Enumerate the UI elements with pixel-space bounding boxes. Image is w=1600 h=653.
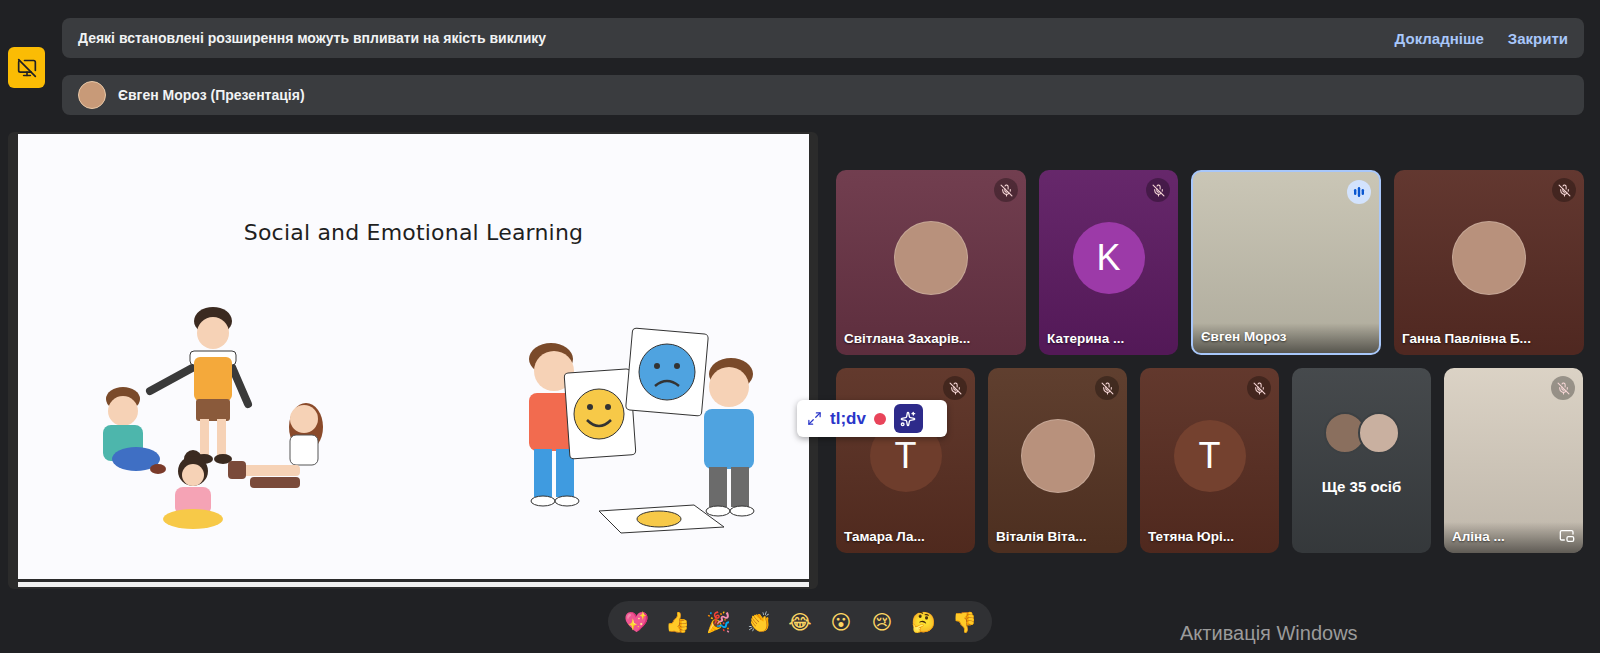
participant-tile: Ганна Павлівна Б...	[1394, 170, 1584, 355]
presenter-bar[interactable]: Євген Мороз (Презентація)	[62, 75, 1584, 115]
speaking-icon	[1352, 185, 1366, 199]
avatar-photo	[894, 221, 968, 295]
reaction-button[interactable]: 🎉	[700, 604, 736, 640]
slide-strip	[18, 582, 809, 587]
participant-name: Тетяна Юрі...	[1148, 529, 1234, 544]
mute-badge	[1551, 376, 1575, 400]
participant-tile: Євген Мороз	[1191, 170, 1381, 355]
participant-name: Катерина ...	[1047, 331, 1124, 346]
speaking-badge	[1347, 180, 1371, 204]
participants-grid: Світлана Захарів... K Катерина ... Євген Мо…	[836, 132, 1584, 589]
windows-watermark: Активація Windows	[1180, 622, 1358, 645]
children-group-illustration	[78, 299, 348, 539]
top-area: Деякі встановлені розширення можуть впли…	[0, 0, 1600, 115]
presentation-panel: Social and Emotional Learning	[8, 132, 818, 589]
participant-tile: Світлана Захарів...	[836, 170, 1026, 355]
name-bar: Тамара Ла...	[836, 523, 975, 553]
reaction-button[interactable]: 👎	[946, 604, 982, 640]
name-bar: Віталія Віта...	[988, 523, 1127, 553]
mic-off-icon	[1253, 382, 1266, 395]
reaction-button[interactable]: 💖	[618, 604, 654, 640]
notification-text: Деякі встановлені розширення можуть впли…	[78, 30, 546, 46]
name-bar: Євген Мороз	[1193, 323, 1379, 353]
mic-off-icon	[1558, 184, 1571, 197]
participant-name: Аліна ...	[1452, 529, 1505, 544]
recording-dot	[874, 413, 886, 425]
mute-badge	[994, 178, 1018, 202]
tile-row: TТамара Ла... Віталія Віта... T Тетяна Юрі.…	[836, 368, 1584, 553]
notification-action[interactable]: Закрити	[1508, 30, 1568, 47]
participant-name: Світлана Захарів...	[844, 331, 970, 346]
more-avatars	[1292, 412, 1431, 454]
reaction-button[interactable]: 🤔	[905, 604, 941, 640]
mic-off-icon	[949, 382, 962, 395]
recorder-widget[interactable]: tl;dv	[797, 400, 947, 437]
recorder-label: tl;dv	[830, 409, 866, 429]
emotion-cards-illustration	[499, 319, 779, 539]
participant-tile: Аліна ...	[1444, 368, 1583, 553]
ai-button[interactable]	[894, 404, 923, 433]
avatar-photo	[1021, 419, 1095, 493]
meet-call-window: Деякі встановлені розширення можуть впли…	[0, 0, 1600, 653]
picture-in-picture-icon[interactable]	[1559, 528, 1575, 544]
participant-name: Віталія Віта...	[996, 529, 1086, 544]
reactions-bar: 💖👍🎉👏😂😮😢🤔👎	[608, 601, 992, 642]
avatar-letter: T	[1174, 420, 1246, 492]
mini-avatar	[1358, 412, 1400, 454]
presenter-avatar	[78, 81, 106, 109]
expand-icon[interactable]	[807, 411, 822, 426]
reaction-button[interactable]: 😂	[782, 604, 818, 640]
reaction-button[interactable]: 👍	[659, 604, 695, 640]
reaction-button[interactable]: 👏	[741, 604, 777, 640]
slide-illustrations	[18, 245, 809, 579]
participant-name: Тамара Ла...	[844, 529, 925, 544]
mute-badge	[943, 376, 967, 400]
presenter-text: Євген Мороз (Презентація)	[118, 87, 305, 103]
avatar-photo	[1452, 221, 1526, 295]
mute-badge	[1095, 376, 1119, 400]
sparkles-icon	[900, 411, 916, 427]
name-bar: Ганна Павлівна Б...	[1394, 325, 1584, 355]
reaction-button[interactable]: 😮	[823, 604, 859, 640]
slide: Social and Emotional Learning	[18, 134, 809, 579]
mute-badge	[1247, 376, 1271, 400]
notification-bar: Деякі встановлені розширення можуть впли…	[62, 18, 1584, 58]
more-participants-label[interactable]: Ще 35 осіб	[1292, 478, 1431, 495]
participant-name: Ганна Павлівна Б...	[1402, 331, 1531, 346]
tile-row: Світлана Захарів... K Катерина ... Євген Мо…	[836, 170, 1584, 355]
icon-column	[0, 18, 62, 115]
name-bar: Тетяна Юрі...	[1140, 523, 1279, 553]
notification-action[interactable]: Докладніше	[1395, 30, 1484, 47]
mute-badge	[1552, 178, 1576, 202]
name-bar: Аліна ...	[1444, 522, 1583, 553]
name-bar: Світлана Захарів...	[836, 325, 1026, 355]
mic-off-icon	[1101, 382, 1114, 395]
effects-button[interactable]	[8, 47, 45, 88]
mic-off-icon	[1000, 184, 1013, 197]
avatar-letter: K	[1073, 222, 1145, 294]
slide-title: Social and Emotional Learning	[244, 220, 583, 245]
participant-tile: T Тетяна Юрі...	[1140, 368, 1279, 553]
participant-tile: TТамара Ла...	[836, 368, 975, 553]
mic-off-icon	[1557, 382, 1570, 395]
mic-off-icon	[1152, 184, 1165, 197]
name-bar: Катерина ...	[1039, 325, 1178, 355]
participant-name: Євген Мороз	[1201, 329, 1286, 344]
monitor-off-icon	[17, 58, 37, 78]
participant-tile: Віталія Віта...	[988, 368, 1127, 553]
bars: Деякі встановлені розширення можуть впли…	[62, 18, 1584, 115]
participant-tile: Ще 35 осіб	[1292, 368, 1431, 553]
mute-badge	[1146, 178, 1170, 202]
participant-tile: K Катерина ...	[1039, 170, 1178, 355]
reaction-button[interactable]: 😢	[864, 604, 900, 640]
main-stage: Social and Emotional Learning Світлана За…	[0, 132, 1600, 589]
